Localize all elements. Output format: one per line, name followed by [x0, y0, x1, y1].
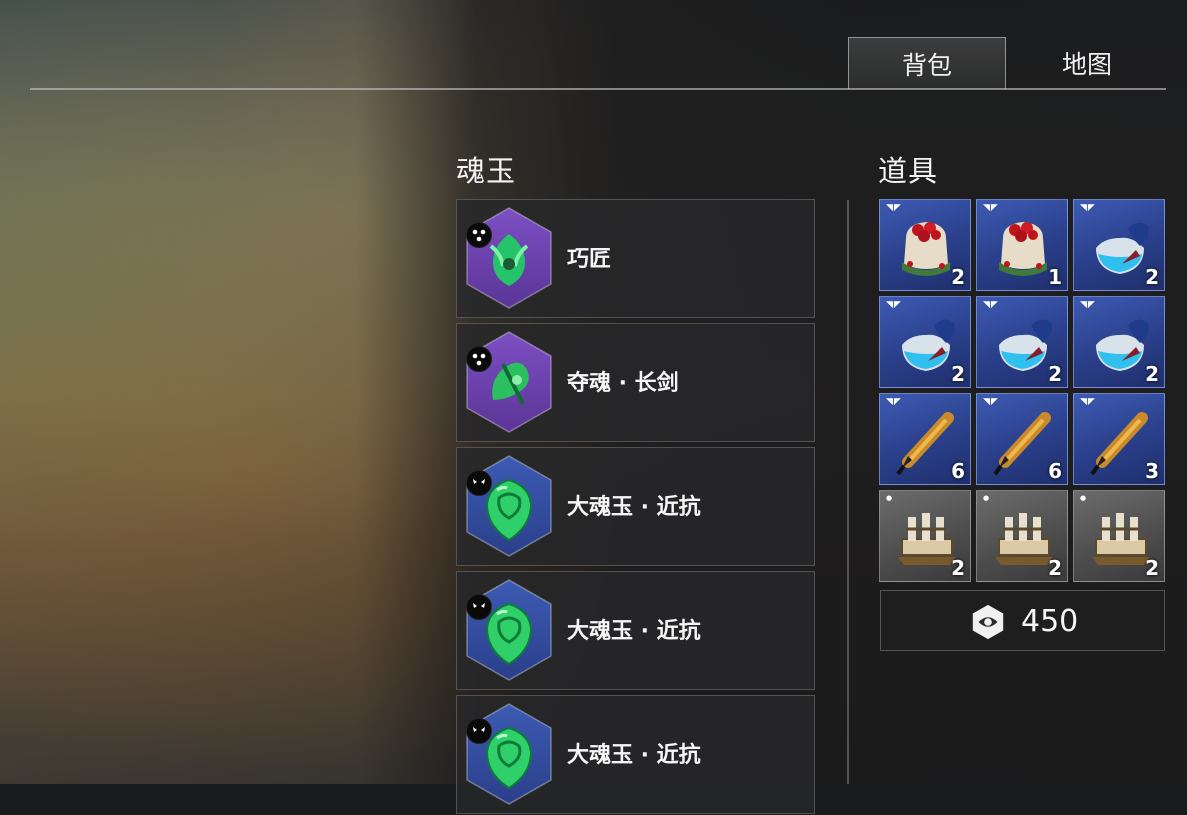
jade-grade-badge-icon [466, 222, 492, 248]
item-slot[interactable]: ● 2 [1073, 490, 1165, 582]
soul-jade-name: 大魂玉 · 近抗 [567, 495, 701, 520]
soul-jade-slot[interactable]: 巧匠 [456, 199, 815, 318]
jade-hex-frame [463, 330, 555, 434]
item-count: 2 [1048, 362, 1062, 386]
items-section-title: 道具 [878, 154, 939, 188]
soul-jade-name: 大魂玉 · 近抗 [567, 619, 701, 644]
item-count: 2 [1145, 556, 1159, 580]
jade-hex-frame [463, 206, 555, 310]
item-count: 2 [1145, 362, 1159, 386]
jade-grade-badge-icon [466, 594, 492, 620]
tab-divider-line [30, 88, 1166, 90]
jade-grade-badge-icon [466, 470, 492, 496]
item-grade-marks-icon: ◥◤ [886, 203, 902, 213]
item-slot[interactable]: ◥◤ 6 [879, 393, 971, 485]
jade-hex-frame [463, 578, 555, 682]
item-grade-marks-icon: ● [1080, 494, 1088, 502]
item-grade-marks-icon: ◥◤ [983, 203, 999, 213]
item-count: 2 [951, 362, 965, 386]
item-slot[interactable]: ◥◤ 2 [879, 199, 971, 291]
currency-amount: 450 [1021, 604, 1079, 639]
soul-jade-slot[interactable]: 大魂玉 · 近抗 [456, 571, 815, 690]
item-grade-marks-icon: ● [886, 494, 894, 502]
column-divider [847, 200, 849, 784]
item-count: 6 [1048, 459, 1062, 483]
soul-jade-section-title: 魂玉 [456, 154, 517, 188]
item-count: 3 [1145, 459, 1159, 483]
item-count: 1 [1048, 265, 1062, 289]
jade-grade-badge-icon [466, 346, 492, 372]
tab-backpack[interactable]: 背包 [848, 37, 1006, 89]
item-slot[interactable]: ◥◤ 2 [1073, 199, 1165, 291]
soul-jade-name: 大魂玉 · 近抗 [567, 743, 701, 768]
item-count: 2 [951, 556, 965, 580]
item-slot[interactable]: ◥◤ 2 [879, 296, 971, 388]
item-slot[interactable]: ◥◤ 6 [976, 393, 1068, 485]
currency-display: 450 [880, 590, 1165, 651]
item-grade-marks-icon: ◥◤ [886, 397, 902, 407]
soul-jade-slot[interactable]: 大魂玉 · 近抗 [456, 695, 815, 814]
item-grade-marks-icon: ◥◤ [1080, 203, 1096, 213]
item-grade-marks-icon: ◥◤ [1080, 300, 1096, 310]
item-slot[interactable]: ◥◤ 2 [1073, 296, 1165, 388]
soul-jade-name: 夺魂 · 长剑 [567, 371, 679, 396]
item-grade-marks-icon: ◥◤ [983, 397, 999, 407]
jade-hex-frame [463, 702, 555, 806]
jade-grade-badge-icon [466, 718, 492, 744]
item-count: 2 [1048, 556, 1062, 580]
item-slot[interactable]: ◥◤ 1 [976, 199, 1068, 291]
item-grade-marks-icon: ◥◤ [1080, 397, 1096, 407]
item-count: 2 [951, 265, 965, 289]
item-grade-marks-icon: ◥◤ [983, 300, 999, 310]
jade-hex-frame [463, 454, 555, 558]
item-grade-marks-icon: ● [983, 494, 991, 502]
soul-jade-name: 巧匠 [567, 247, 612, 272]
item-count: 6 [951, 459, 965, 483]
item-grade-marks-icon: ◥◤ [886, 300, 902, 310]
soul-currency-icon [972, 604, 1004, 640]
item-count: 2 [1145, 265, 1159, 289]
soul-jade-slot[interactable]: 大魂玉 · 近抗 [456, 447, 815, 566]
tab-map[interactable]: 地图 [1008, 37, 1166, 89]
soul-jade-slot[interactable]: 夺魂 · 长剑 [456, 323, 815, 442]
item-slot[interactable]: ◥◤ 3 [1073, 393, 1165, 485]
item-slot[interactable]: ◥◤ 2 [976, 296, 1068, 388]
item-slot[interactable]: ● 2 [879, 490, 971, 582]
item-slot[interactable]: ● 2 [976, 490, 1068, 582]
